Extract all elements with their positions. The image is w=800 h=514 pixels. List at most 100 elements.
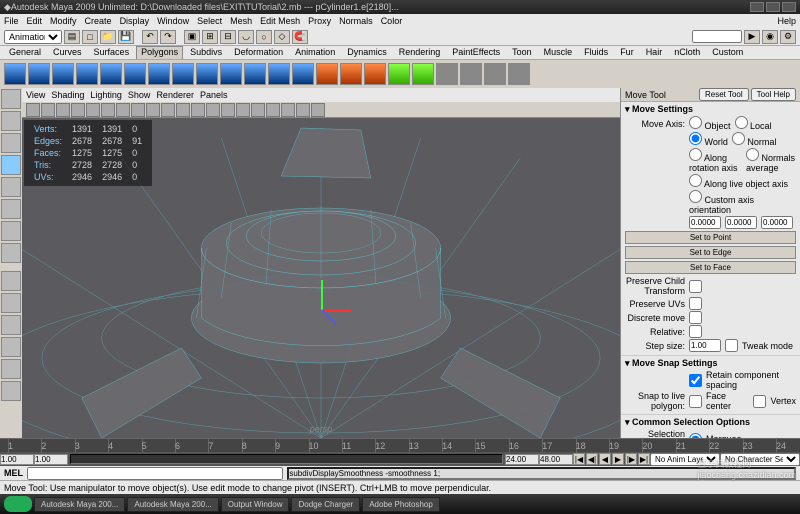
- render-settings-icon[interactable]: ⚙: [780, 30, 796, 44]
- shelf-cylinder-icon[interactable]: [52, 63, 74, 85]
- range-end-input[interactable]: [539, 454, 573, 465]
- fast-fwd-icon[interactable]: ▶|: [638, 453, 650, 465]
- tab-general[interactable]: General: [4, 46, 46, 59]
- axis-world-radio[interactable]: [689, 132, 702, 145]
- shelf-sculpt-icon[interactable]: [436, 63, 458, 85]
- set-to-face-button[interactable]: Set to Face: [625, 261, 796, 274]
- taskbar-item[interactable]: Output Window: [221, 497, 290, 512]
- menu-select[interactable]: Select: [197, 16, 222, 26]
- preserve-uv-check[interactable]: [689, 297, 702, 310]
- menu-file[interactable]: File: [4, 16, 19, 26]
- shelf-extract-icon[interactable]: [340, 63, 362, 85]
- tab-muscle[interactable]: Muscle: [539, 46, 578, 59]
- vertex-check[interactable]: [753, 395, 766, 408]
- shelf-type-icon[interactable]: [292, 63, 314, 85]
- tab-polygons[interactable]: Polygons: [136, 46, 183, 59]
- menu-mesh[interactable]: Mesh: [230, 16, 252, 26]
- status-icon[interactable]: ▤: [64, 30, 80, 44]
- shelf-bevel-icon[interactable]: [412, 63, 434, 85]
- view-icon[interactable]: [311, 103, 325, 117]
- shelf-extrude-icon[interactable]: [364, 63, 386, 85]
- shelf-sphere-icon[interactable]: [4, 63, 26, 85]
- view-icon[interactable]: [266, 103, 280, 117]
- tab-fur[interactable]: Fur: [615, 46, 639, 59]
- viewport[interactable]: Verts:139113910 Edges:2678267891 Faces:1…: [22, 118, 620, 438]
- snap-icon[interactable]: ⊞: [202, 30, 218, 44]
- range-start-input[interactable]: [0, 454, 34, 465]
- menu-display[interactable]: Display: [120, 16, 150, 26]
- start-button[interactable]: [4, 496, 32, 512]
- move-tool-icon[interactable]: [1, 155, 21, 175]
- view-icon[interactable]: [131, 103, 145, 117]
- axis-x-input[interactable]: [689, 216, 721, 229]
- tab-custom[interactable]: Custom: [707, 46, 748, 59]
- axis-custom-radio[interactable]: [689, 190, 702, 203]
- shelf-soccer-icon[interactable]: [244, 63, 266, 85]
- menu-window[interactable]: Window: [157, 16, 189, 26]
- view-icon[interactable]: [176, 103, 190, 117]
- axis-y-input[interactable]: [725, 216, 757, 229]
- shelf-mirror-icon[interactable]: [460, 63, 482, 85]
- paint-select-tool-icon[interactable]: [1, 133, 21, 153]
- ipr-icon[interactable]: ◉: [762, 30, 778, 44]
- soft-tool-icon[interactable]: [1, 243, 21, 263]
- view-icon[interactable]: [191, 103, 205, 117]
- view-icon[interactable]: [281, 103, 295, 117]
- snap-point-icon[interactable]: ○: [256, 30, 272, 44]
- numeric-input[interactable]: [692, 30, 742, 43]
- undo-icon[interactable]: ↶: [142, 30, 158, 44]
- step-back-icon[interactable]: ◀|: [586, 453, 598, 465]
- shelf-cone-icon[interactable]: [76, 63, 98, 85]
- new-icon[interactable]: □: [82, 30, 98, 44]
- shelf-cube-icon[interactable]: [28, 63, 50, 85]
- minimize-button[interactable]: [750, 2, 764, 12]
- tweak-check[interactable]: [725, 339, 738, 352]
- graph-icon[interactable]: [1, 381, 21, 401]
- menu-modify[interactable]: Modify: [50, 16, 77, 26]
- menu-edit[interactable]: Edit: [27, 16, 43, 26]
- select-tool-icon[interactable]: [1, 89, 21, 109]
- tool-help-button[interactable]: Tool Help: [751, 88, 796, 101]
- range-playstart-input[interactable]: [34, 454, 68, 465]
- view-icon[interactable]: [221, 103, 235, 117]
- shelf-smooth-icon[interactable]: [388, 63, 410, 85]
- view-icon[interactable]: [251, 103, 265, 117]
- tab-animation[interactable]: Animation: [290, 46, 340, 59]
- tab-painteffects[interactable]: PaintEffects: [447, 46, 505, 59]
- shelf-prism-icon[interactable]: [148, 63, 170, 85]
- play-fwd-icon[interactable]: ▶: [612, 453, 624, 465]
- step-input[interactable]: [689, 339, 721, 352]
- view-icon[interactable]: [41, 103, 55, 117]
- timeline[interactable]: 123456789101112131415161718192021222324: [0, 438, 800, 452]
- shelf-combine-icon[interactable]: [316, 63, 338, 85]
- snap-plane-icon[interactable]: ◇: [274, 30, 290, 44]
- axis-live-radio[interactable]: [689, 174, 702, 187]
- range-playend-input[interactable]: [505, 454, 539, 465]
- tab-deformation[interactable]: Deformation: [229, 46, 288, 59]
- tab-curves[interactable]: Curves: [48, 46, 87, 59]
- render-icon[interactable]: ▶: [744, 30, 760, 44]
- rewind-icon[interactable]: |◀: [573, 453, 585, 465]
- snap-settings-head[interactable]: ▾ Move Snap Settings: [625, 358, 796, 369]
- shelf-helix-icon[interactable]: [220, 63, 242, 85]
- axis-y-icon[interactable]: [321, 280, 323, 310]
- lasso-tool-icon[interactable]: [1, 111, 21, 131]
- manip-tool-icon[interactable]: [1, 221, 21, 241]
- discrete-check[interactable]: [689, 311, 702, 324]
- command-input[interactable]: [27, 467, 283, 480]
- move-settings-head[interactable]: ▾ Move Settings: [625, 104, 796, 115]
- axis-z-input[interactable]: [761, 216, 793, 229]
- view-menu-renderer[interactable]: Renderer: [156, 90, 194, 100]
- view-menu-lighting[interactable]: Lighting: [90, 90, 122, 100]
- shelf-torus-icon[interactable]: [124, 63, 146, 85]
- view-icon[interactable]: [146, 103, 160, 117]
- save-icon[interactable]: 💾: [118, 30, 134, 44]
- axis-rotation-radio[interactable]: [689, 148, 702, 161]
- tab-rendering[interactable]: Rendering: [394, 46, 446, 59]
- shelf-append-icon[interactable]: [508, 63, 530, 85]
- shelf-platonic-icon[interactable]: [268, 63, 290, 85]
- tab-dynamics[interactable]: Dynamics: [342, 46, 392, 59]
- preserve-child-check[interactable]: [689, 280, 702, 293]
- axis-normal-radio[interactable]: [732, 132, 745, 145]
- view-icon[interactable]: [161, 103, 175, 117]
